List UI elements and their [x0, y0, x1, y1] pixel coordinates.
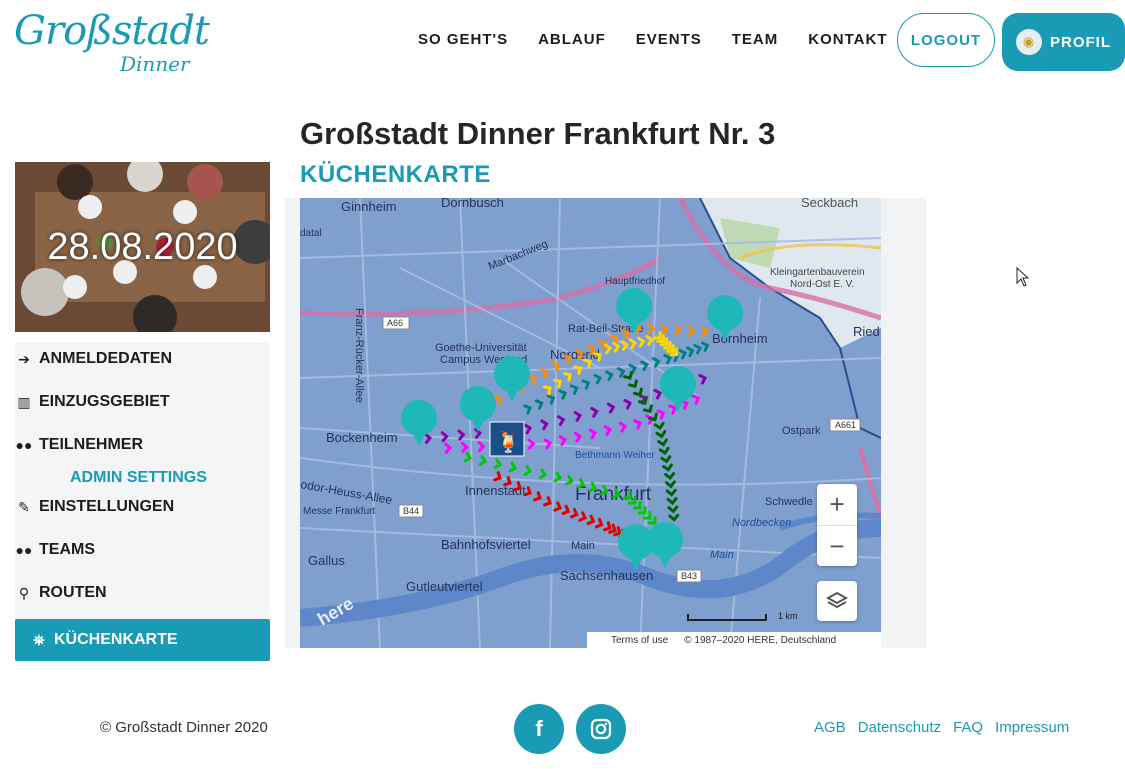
profil-label: PROFIL	[1050, 33, 1111, 51]
logout-button[interactable]: LOGOUT	[897, 13, 995, 67]
footer-links: AGB Datenschutz FAQ Impressum	[814, 719, 1069, 736]
sidebar-item-anmeldedaten[interactable]: ➔ ANMELDEDATEN	[0, 338, 255, 380]
logo-line1: Großstadt	[14, 8, 210, 54]
svg-text:🍹: 🍹	[496, 430, 521, 454]
svg-text:Gutleutviertel: Gutleutviertel	[406, 579, 483, 594]
sign-in-icon: ➔	[18, 350, 30, 367]
svg-text:A66: A66	[387, 318, 403, 328]
svg-text:Main: Main	[710, 549, 734, 561]
users-icon: ●●	[15, 437, 33, 453]
zoom-controls: + −	[817, 484, 857, 566]
footer-link-datenschutz[interactable]: Datenschutz	[858, 719, 941, 736]
sidebar-item-einstellungen[interactable]: ✎ EINSTELLUNGEN	[0, 486, 255, 528]
sidebar-item-label: TEILNEHMER	[39, 436, 143, 453]
svg-text:Dornbusch: Dornbusch	[441, 198, 504, 210]
instagram-icon	[590, 718, 612, 740]
svg-text:B43: B43	[681, 571, 697, 581]
footer-link-impressum[interactable]: Impressum	[995, 719, 1069, 736]
admin-settings-label: ADMIN SETTINGS	[70, 469, 207, 486]
svg-text:Bockenheim: Bockenheim	[326, 430, 398, 445]
profil-button[interactable]: ◉ PROFIL	[1002, 13, 1125, 71]
page-title: Großstadt Dinner Frankfurt Nr. 3	[300, 116, 776, 151]
zoom-in-button[interactable]: +	[817, 484, 857, 525]
map-label: Ginnheim	[341, 199, 397, 214]
footer-copyright: © Großstadt Dinner 2020	[100, 719, 268, 736]
kitchen-map[interactable]: Ginnheim Dornbusch Seckbach Marbachweg H…	[300, 198, 881, 648]
map-copyright: © 1987–2020 HERE, Deutschland	[684, 634, 837, 646]
users-icon: ●●	[15, 542, 33, 558]
svg-text:datal: datal	[300, 228, 322, 239]
map-attribution: Terms of use © 1987–2020 HERE, Deutschla…	[587, 632, 881, 648]
svg-text:1 km: 1 km	[778, 611, 798, 621]
svg-text:Ried: Ried	[853, 324, 880, 339]
svg-text:Nordbecken: Nordbecken	[732, 517, 791, 529]
svg-text:Sachsenhausen: Sachsenhausen	[560, 568, 653, 583]
svg-text:B44: B44	[403, 506, 419, 516]
site-logo[interactable]: Großstadt Dinner	[14, 8, 210, 78]
nav-team[interactable]: TEAM	[732, 31, 779, 48]
nav-kontakt[interactable]: KONTAKT	[808, 31, 887, 48]
footer-link-agb[interactable]: AGB	[814, 719, 846, 736]
svg-text:Seckbach: Seckbach	[801, 198, 858, 210]
sidebar-item-routen[interactable]: ⚲ ROUTEN	[0, 572, 255, 614]
svg-text:Kleingartenbauverein: Kleingartenbauverein	[770, 267, 865, 278]
svg-text:Nord-Ost E. V.: Nord-Ost E. V.	[790, 279, 854, 290]
svg-text:Bethmann Weiher: Bethmann Weiher	[575, 450, 656, 461]
sidebar-item-label: ANMELDEDATEN	[39, 350, 173, 367]
event-date: 28.08.2020	[47, 226, 238, 268]
nav-so-gehts[interactable]: SO GEHT'S	[418, 31, 508, 48]
event-date-card: 28.08.2020	[15, 162, 270, 332]
sidebar-item-label: EINSTELLUNGEN	[39, 498, 175, 515]
svg-text:Bornheim: Bornheim	[712, 331, 768, 346]
layers-icon	[826, 591, 848, 609]
svg-text:Ostpark: Ostpark	[782, 425, 821, 437]
instagram-button[interactable]	[576, 704, 626, 754]
facebook-button[interactable]: f	[514, 704, 564, 754]
nav-events[interactable]: EVENTS	[636, 31, 702, 48]
route-icon: ⚲	[18, 584, 30, 601]
svg-text:Franz-Rücker-Allee: Franz-Rücker-Allee	[353, 308, 365, 403]
svg-text:Goethe-Universität: Goethe-Universität	[435, 342, 527, 354]
sidebar-item-kuechenkarte[interactable]: ⛯ KÜCHENKARTE	[15, 619, 270, 661]
sidebar-item-label: KÜCHENKARTE	[54, 631, 178, 648]
wrench-icon: ✎	[18, 498, 30, 515]
map-icon: ▥	[17, 393, 31, 410]
zoom-out-button[interactable]: −	[817, 526, 857, 567]
svg-text:Main: Main	[571, 540, 595, 552]
layers-button[interactable]	[817, 581, 857, 621]
svg-text:A661: A661	[835, 420, 856, 430]
sidebar-item-label: EINZUGSGEBIET	[39, 393, 170, 410]
map-canvas[interactable]: Ginnheim Dornbusch Seckbach Marbachweg H…	[300, 198, 881, 648]
footer-link-faq[interactable]: FAQ	[953, 719, 983, 736]
svg-text:Gallus: Gallus	[308, 553, 345, 568]
svg-text:Schwedle: Schwedle	[765, 496, 813, 508]
mouse-cursor	[1016, 267, 1030, 287]
sidebar-item-teilnehmer[interactable]: ●● TEILNEHMER	[0, 424, 255, 466]
nav-ablauf[interactable]: ABLAUF	[538, 31, 606, 48]
logo-line2: Dinner	[120, 52, 190, 76]
kitchen-map-panel: Ginnheim Dornbusch Seckbach Marbachweg H…	[285, 198, 926, 648]
page-subtitle: KÜCHENKARTE	[300, 161, 491, 188]
sidebar-item-label: TEAMS	[39, 541, 95, 558]
svg-text:Hauptfriedhof: Hauptfriedhof	[605, 276, 665, 287]
map-marked-icon: ⛯	[33, 631, 45, 648]
sidebar-item-label: ROUTEN	[39, 584, 107, 601]
svg-text:Bahnhofsviertel: Bahnhofsviertel	[441, 537, 531, 552]
facebook-icon: f	[535, 716, 543, 741]
sidebar-item-einzugsgebiet[interactable]: ▥ EINZUGSGEBIET	[0, 381, 255, 423]
svg-text:Messe Frankfurt: Messe Frankfurt	[303, 506, 375, 517]
terms-of-use-link[interactable]: Terms of use	[611, 635, 668, 646]
sidebar-item-teams[interactable]: ●● TEAMS	[0, 529, 255, 571]
avatar: ◉	[1016, 29, 1042, 55]
main-nav: SO GEHT'S ABLAUF EVENTS TEAM KONTAKT	[418, 31, 887, 48]
